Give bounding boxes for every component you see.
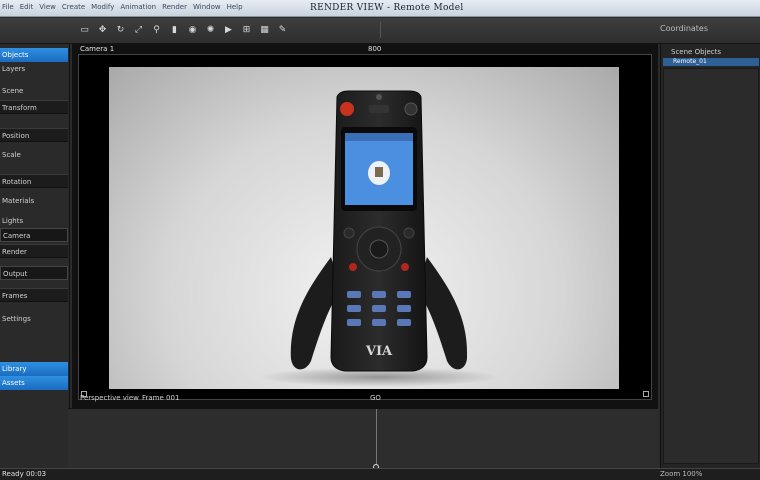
top-right-button: [404, 102, 418, 116]
render-tool-icon[interactable]: ▶: [224, 24, 233, 36]
brand-logo: VIA: [365, 344, 393, 359]
snap-tool-icon[interactable]: ⊞: [242, 24, 251, 36]
coordinates-label: Coordinates: [660, 24, 709, 33]
menu-bar: File Edit View Create Modify Animation Render W…: [2, 3, 243, 12]
left-panel-row-layers[interactable]: Layers: [0, 62, 68, 76]
menu-item-view[interactable]: View: [39, 3, 56, 12]
render-frame: VIA: [78, 54, 652, 400]
left-panel-row-objects[interactable]: Objects: [0, 48, 68, 62]
left-panel-row-frames[interactable]: Frames: [0, 288, 68, 302]
left-panel-row-assets[interactable]: Assets: [0, 376, 68, 390]
keypad: [347, 291, 411, 326]
render-stage: VIA: [109, 67, 619, 389]
left-panel-row-render[interactable]: Render: [0, 244, 68, 258]
viewport-camera-label: Camera 1: [80, 45, 115, 53]
tool-group: ▭ ✥ ↻ ⤢ ⚲ ▮ ◉ ✺ ▶ ⊞ ▦ ✎: [80, 24, 287, 36]
left-panel-row-position[interactable]: Position: [0, 128, 68, 142]
light-tool-icon[interactable]: ✺: [206, 24, 215, 36]
brush-tool-icon[interactable]: ✎: [278, 24, 287, 36]
move-tool-icon[interactable]: ✥: [98, 24, 107, 36]
left-panel: Objects Layers Scene Transform Position Scale…: [0, 44, 70, 468]
left-panel-row-settings[interactable]: Settings: [0, 312, 68, 326]
scene-object-list[interactable]: [663, 68, 759, 464]
top-center-button: [369, 105, 389, 113]
rotate-tool-icon[interactable]: ↻: [116, 24, 125, 36]
timeline[interactable]: [68, 408, 658, 470]
select-tool-icon[interactable]: ▭: [80, 24, 89, 36]
nav-right-key: [403, 227, 415, 239]
left-panel-row-materials[interactable]: Materials: [0, 194, 68, 208]
viewport-go-label[interactable]: GO: [370, 394, 381, 402]
grid-tool-icon[interactable]: ▦: [260, 24, 269, 36]
left-panel-row-output[interactable]: Output: [0, 266, 68, 280]
zoom-status: Zoom 100%: [660, 470, 703, 478]
toolbar: ▭ ✥ ↻ ⤢ ⚲ ▮ ◉ ✺ ▶ ⊞ ▦ ✎ Coordinates: [0, 18, 760, 44]
status-text: Ready 00:03: [2, 470, 47, 478]
scene-object-row-selected[interactable]: Remote_01: [663, 58, 759, 66]
left-panel-row-library[interactable]: Library: [0, 362, 68, 376]
toolbar-divider: [380, 22, 381, 38]
nav-left-key: [343, 227, 355, 239]
menu-item-animation[interactable]: Animation: [120, 3, 156, 12]
left-panel-row-lights[interactable]: Lights: [0, 214, 68, 228]
title-bar: File Edit View Create Modify Animation Render W…: [0, 0, 760, 17]
screen-status-bar: [345, 133, 413, 141]
status-bar: Ready 00:03 Zoom 100%: [0, 468, 760, 480]
timeline-track-divider: [376, 409, 377, 469]
viewport-view-label: Perspective view: [80, 394, 139, 402]
right-panel: Scene Objects Remote_01: [660, 44, 760, 468]
remote-model: VIA: [259, 90, 499, 387]
menu-item-render[interactable]: Render: [162, 3, 187, 12]
left-panel-row-scale[interactable]: Scale: [0, 148, 68, 162]
menu-item-file[interactable]: File: [2, 3, 14, 12]
left-panel-row-scene[interactable]: Scene: [0, 84, 68, 98]
menu-item-create[interactable]: Create: [62, 3, 85, 12]
link-tool-icon[interactable]: ⚲: [152, 24, 161, 36]
ir-sensor: [376, 94, 382, 100]
menu-item-window[interactable]: Window: [193, 3, 221, 12]
left-panel-row-rotation[interactable]: Rotation: [0, 174, 68, 188]
menu-item-modify[interactable]: Modify: [91, 3, 114, 12]
nav-red-key-2: [401, 263, 409, 271]
nav-red-key: [349, 263, 357, 271]
viewport-header-value: 800: [368, 45, 382, 53]
scene-objects-header: Scene Objects: [671, 48, 722, 56]
camera-tool-icon[interactable]: ◉: [188, 24, 197, 36]
lock-tool-icon[interactable]: ▮: [170, 24, 179, 36]
menu-item-help[interactable]: Help: [227, 3, 243, 12]
window-title: RENDER VIEW - Remote Model: [310, 3, 464, 13]
screen-icon-glyph: [375, 167, 383, 177]
frame-corner-br: [643, 391, 649, 397]
scale-tool-icon[interactable]: ⤢: [134, 24, 143, 36]
viewport[interactable]: Camera 1 800 VIA Perspective view Frame …: [72, 44, 658, 408]
left-panel-row-camera[interactable]: Camera: [0, 228, 68, 242]
viewport-frame-label: Frame 001: [142, 394, 180, 402]
power-button: [340, 102, 354, 116]
nav-ok-button: [369, 239, 389, 259]
menu-item-edit[interactable]: Edit: [20, 3, 34, 12]
left-panel-row-transform[interactable]: Transform: [0, 100, 68, 114]
